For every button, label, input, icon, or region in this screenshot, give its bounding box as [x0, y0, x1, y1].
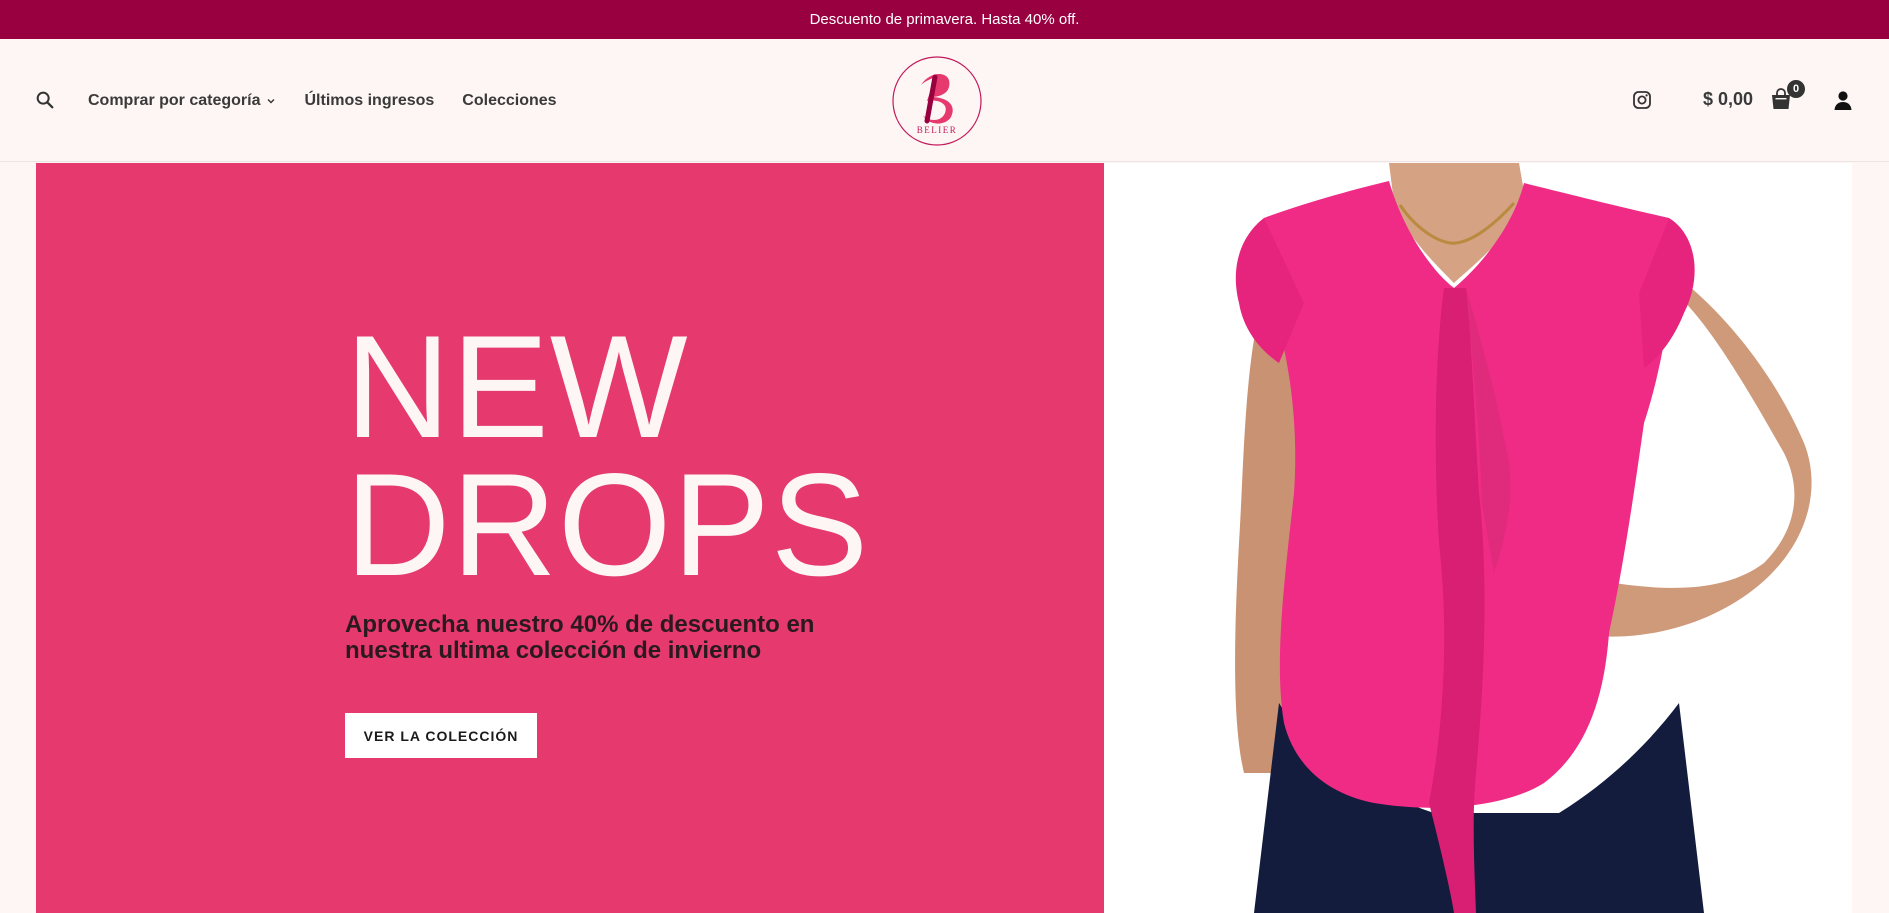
cart-total[interactable]: $ 0,00: [1703, 89, 1753, 110]
announcement-text: Descuento de primavera. Hasta 40% off.: [809, 11, 1080, 28]
hero-subtitle: Aprovecha nuestro 40% de descuento en nu…: [345, 611, 815, 664]
nav-item-label: Colecciones: [462, 91, 557, 109]
nav-item-collections[interactable]: Colecciones: [462, 92, 556, 110]
search-icon[interactable]: [34, 89, 56, 111]
woman-pink-blouse-photo: [1104, 163, 1852, 913]
cart-count-badge: 0: [1787, 80, 1805, 98]
instagram-icon[interactable]: [1632, 90, 1652, 110]
nav-item-label: Últimos ingresos: [304, 91, 435, 109]
site-header: Comprar por categoría Últimos ingresos C…: [0, 39, 1889, 162]
hero-image: [1104, 163, 1852, 913]
nav-item-latest-arrivals[interactable]: Últimos ingresos: [304, 92, 434, 110]
hero-title-line-2: DROPS: [345, 443, 870, 606]
nav-item-shop-by-category[interactable]: Comprar por categoría: [88, 92, 276, 110]
view-collection-button[interactable]: VER LA COLECCIÓN: [345, 713, 537, 758]
user-icon[interactable]: [1832, 89, 1854, 111]
hero-title: NEW DROPS: [345, 305, 870, 606]
announcement-bar: Descuento de primavera. Hasta 40% off.: [0, 0, 1889, 39]
belier-logo[interactable]: BELIER: [891, 55, 983, 147]
chevron-down-icon: [267, 98, 275, 103]
hero-title-line-1: NEW: [345, 305, 689, 468]
main-nav: Comprar por categoría Últimos ingresos C…: [88, 39, 557, 162]
logo-text: BELIER: [917, 125, 958, 135]
nav-item-label: Comprar por categoría: [88, 91, 261, 109]
